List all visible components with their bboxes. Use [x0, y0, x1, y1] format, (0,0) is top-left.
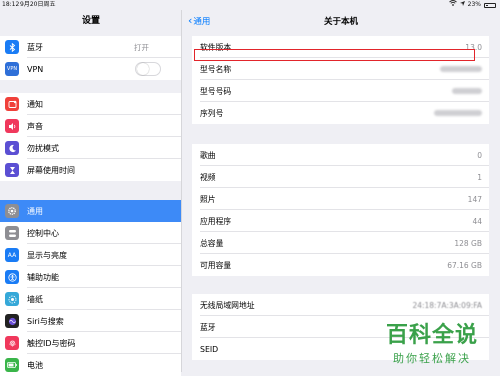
sidebar-item-accessibility[interactable]: 辅助功能 [0, 266, 181, 288]
status-bar: 18:12 9月20日周五 23% [0, 0, 500, 10]
row-label: 应用程序 [200, 216, 232, 226]
sidebar-item-label: 声音 [27, 121, 43, 131]
notifications-icon [5, 97, 19, 111]
row-label: 序列号 [200, 108, 224, 118]
row-value: 128 GB [454, 238, 482, 248]
row-label: 可用容量 [200, 260, 232, 270]
display-icon: AA [5, 248, 19, 262]
row-serial-number: 序列号 [192, 102, 489, 124]
row-value-redacted [440, 65, 482, 74]
watermark: 百科全说 助你轻松解决 [372, 317, 492, 366]
highlight-box [194, 49, 475, 61]
wallpaper-icon [5, 292, 19, 306]
sidebar-item-sound[interactable]: 声音 [0, 115, 181, 137]
sound-icon [5, 119, 19, 133]
sidebar-item-screen-time[interactable]: 屏幕使用时间 [0, 159, 181, 181]
row-value: 1 [477, 172, 482, 182]
sidebar-item-label: 通知 [27, 99, 43, 109]
sidebar-item-label: 触控ID与密码 [27, 338, 76, 348]
status-date: 9月20日周五 [20, 1, 56, 8]
hourglass-icon [5, 163, 19, 177]
row-value-redacted [434, 109, 482, 118]
row-label: 歌曲 [200, 150, 216, 160]
watermark-subtitle: 助你轻松解决 [393, 352, 471, 365]
sidebar-item-label: 通用 [27, 206, 43, 216]
row-label: 无线局域网地址 [200, 300, 255, 310]
sidebar-item-label: Siri与搜索 [27, 316, 64, 326]
sidebar-item-wallpaper[interactable]: 墙纸 [0, 288, 181, 310]
row-value: 44 [472, 216, 482, 226]
row-photos: 照片 147 [192, 188, 489, 210]
row-value: 147 [467, 194, 482, 204]
fingerprint-icon [5, 336, 19, 350]
row-value: 24:18:7A:3A:09:FA [412, 300, 482, 310]
bluetooth-icon [5, 40, 19, 54]
row-label: 型号号码 [200, 86, 232, 96]
row-label: 照片 [200, 194, 216, 204]
row-label: 总容量 [200, 238, 224, 248]
row-label: 视频 [200, 172, 216, 182]
moon-icon [5, 141, 19, 155]
row-capacity: 总容量 128 GB [192, 232, 489, 254]
sidebar-item-bluetooth[interactable]: 蓝牙 打开 [0, 36, 181, 58]
sidebar-item-label: 电池 [27, 360, 43, 370]
sidebar-item-label: 显示与亮度 [27, 250, 67, 260]
sidebar-item-general[interactable]: 通用 [0, 200, 181, 222]
sidebar-item-touch-id[interactable]: 触控ID与密码 [0, 332, 181, 354]
status-time: 18:12 [2, 1, 20, 8]
sidebar-item-label: 蓝牙 [27, 42, 43, 52]
bluetooth-status: 打开 [134, 42, 149, 52]
control-center-icon [5, 226, 19, 240]
row-wifi-address: 无线局域网地址 24:18:7A:3A:09:FA [192, 294, 489, 316]
watermark-title: 百科全说 [385, 323, 478, 348]
sidebar-group-notifications: 通知 声音 勿扰模式 屏幕使用时间 [0, 93, 181, 181]
about-group-media: 歌曲 0 视频 1 照片 147 应用程序 44 总容量 128 GB 可用容量… [192, 144, 489, 276]
sidebar-title: 设置 [81, 16, 100, 26]
sidebar-item-do-not-disturb[interactable]: 勿扰模式 [0, 137, 181, 159]
gear-icon [5, 204, 19, 218]
vpn-icon: VPN [5, 62, 19, 76]
battery-icon [5, 358, 19, 372]
row-value: 0 [477, 150, 482, 160]
row-applications: 应用程序 44 [192, 210, 489, 232]
page-title: 关于本机 [323, 17, 358, 27]
sidebar-item-control-center[interactable]: 控制中心 [0, 222, 181, 244]
accessibility-icon [5, 270, 19, 284]
sidebar-item-vpn[interactable]: VPN VPN [0, 58, 181, 80]
status-right: 23% [448, 0, 496, 10]
row-songs: 歌曲 0 [192, 144, 489, 166]
row-value: 67.16 GB [447, 260, 482, 270]
sidebar-item-label: 屏幕使用时间 [27, 165, 75, 175]
row-value-redacted [452, 87, 482, 96]
location-icon [459, 0, 465, 10]
sidebar-item-battery[interactable]: 电池 [0, 354, 181, 376]
settings-sidebar: 设置 蓝牙 打开 VPN VPN 通知 声音 勿扰模式 屏幕使用时间 通用 控制… [0, 10, 182, 376]
battery-percent: 23% [467, 1, 481, 8]
row-label: 蓝牙 [200, 322, 216, 332]
row-model-number: 型号号码 [192, 80, 489, 102]
row-label: 型号名称 [200, 64, 232, 74]
siri-icon [5, 314, 19, 328]
sidebar-item-label: 控制中心 [27, 228, 59, 238]
sidebar-item-display[interactable]: AA 显示与亮度 [0, 244, 181, 266]
wifi-icon [448, 0, 457, 10]
vpn-toggle[interactable] [135, 62, 161, 76]
sidebar-item-siri[interactable]: Siri与搜索 [0, 310, 181, 332]
nav-bar: ‹ 通用 关于本机 [182, 10, 500, 32]
row-available: 可用容量 67.16 GB [192, 254, 489, 276]
row-videos: 视频 1 [192, 166, 489, 188]
battery-level-icon [484, 2, 496, 8]
sidebar-group-connectivity: 蓝牙 打开 VPN VPN [0, 36, 181, 80]
sidebar-group-general: 通用 控制中心 AA 显示与亮度 辅助功能 墙纸 Siri与搜索 触控ID与密码… [0, 200, 181, 376]
row-label: SEID [200, 344, 219, 354]
sidebar-item-label: 墙纸 [27, 294, 43, 304]
sidebar-item-notifications[interactable]: 通知 [0, 93, 181, 115]
sidebar-item-label: 辅助功能 [27, 272, 59, 282]
row-model-name: 型号名称 [192, 58, 489, 80]
sidebar-item-label: 勿扰模式 [27, 143, 59, 153]
